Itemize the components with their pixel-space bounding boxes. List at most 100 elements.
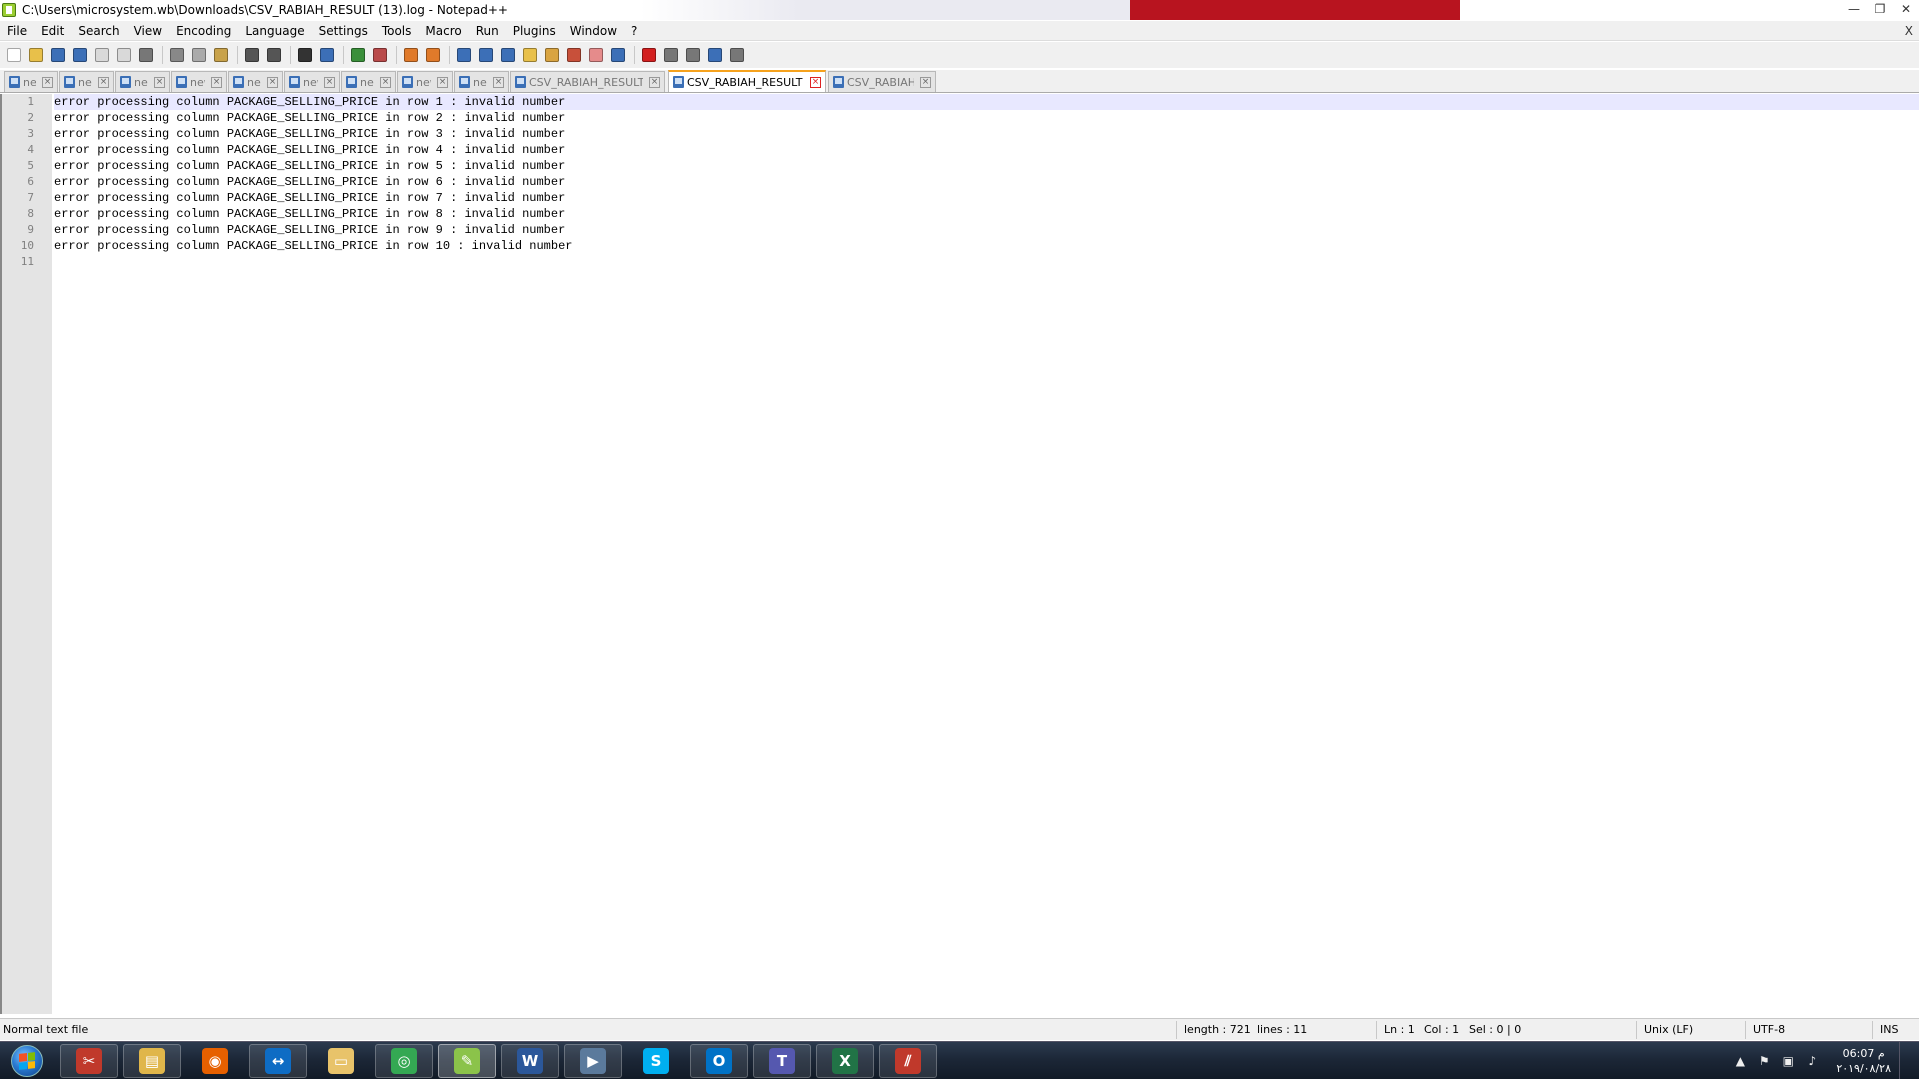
folder-workspace-button[interactable] <box>586 45 606 65</box>
undo-button[interactable] <box>242 45 262 65</box>
ssms-app-button[interactable]: ⫽ <box>879 1044 937 1078</box>
udl-button[interactable] <box>520 45 540 65</box>
close-all-button[interactable] <box>114 45 134 65</box>
save-all-button[interactable] <box>70 45 90 65</box>
code-line[interactable]: error processing column PACKAGE_SELLING_… <box>54 126 565 142</box>
network-icon[interactable]: ▣ <box>1780 1053 1796 1069</box>
menu-file[interactable]: File <box>0 24 34 38</box>
tab-item[interactable]: new 9 × <box>454 71 509 92</box>
skype-app-button[interactable]: S <box>627 1044 685 1078</box>
media-app-button[interactable]: ▶ <box>564 1044 622 1078</box>
close-window-button[interactable]: ✕ <box>1893 0 1919 18</box>
tab-close-icon[interactable]: × <box>154 76 165 88</box>
code-line[interactable]: error processing column PACKAGE_SELLING_… <box>54 222 565 238</box>
folder-app-button[interactable]: ▭ <box>312 1044 370 1078</box>
menu-macro[interactable]: Macro <box>418 24 468 38</box>
tab-item[interactable]: new 5 × <box>228 71 283 92</box>
menu-window[interactable]: Window <box>563 24 624 38</box>
chrome-app-button[interactable]: ◎ <box>375 1044 433 1078</box>
editor-area[interactable]: 1 2 3 4 5 6 7 8 9 10 11 error processing column PA… <box>0 94 1919 1014</box>
tab-close-icon[interactable]: × <box>920 76 931 88</box>
tab-item[interactable]: CSV_RABIAH_RESULT (13).log × <box>668 70 826 92</box>
teamviewer-app-button[interactable]: ↔ <box>249 1044 307 1078</box>
firefox-app-button[interactable]: ◉ <box>186 1044 244 1078</box>
tab-item[interactable]: new 4 × <box>171 71 227 92</box>
code-line[interactable]: error processing column PACKAGE_SELLING_… <box>54 238 572 254</box>
menu-settings[interactable]: Settings <box>312 24 375 38</box>
excel-app-button[interactable]: X <box>816 1044 874 1078</box>
doc-map-button[interactable] <box>542 45 562 65</box>
run-macro-multiple-button[interactable] <box>705 45 725 65</box>
close-document-button[interactable]: X <box>1905 24 1913 38</box>
code-line[interactable]: error processing column PACKAGE_SELLING_… <box>54 206 565 222</box>
tab-close-icon[interactable]: × <box>211 76 222 88</box>
action-center-flag-icon[interactable]: ⚑ <box>1756 1053 1772 1069</box>
code-line[interactable]: error processing column PACKAGE_SELLING_… <box>54 158 565 174</box>
tab-item[interactable]: new 6 × <box>284 71 340 92</box>
status-eol[interactable]: Unix (LF) <box>1644 1023 1693 1036</box>
outlook-app-button[interactable]: O <box>690 1044 748 1078</box>
tab-close-icon[interactable]: × <box>380 76 391 88</box>
tab-item[interactable]: new 7 × <box>341 71 396 92</box>
copy-button[interactable] <box>189 45 209 65</box>
record-macro-button[interactable] <box>639 45 659 65</box>
tab-close-icon[interactable]: × <box>267 76 278 88</box>
tab-close-icon[interactable]: × <box>324 76 335 88</box>
minimize-button[interactable]: — <box>1841 0 1867 18</box>
tab-close-icon[interactable]: × <box>649 76 660 88</box>
menu-language[interactable]: Language <box>238 24 311 38</box>
cut-button[interactable] <box>167 45 187 65</box>
menu-tools[interactable]: Tools <box>375 24 419 38</box>
status-encoding[interactable]: UTF-8 <box>1753 1023 1785 1036</box>
redo-button[interactable] <box>264 45 284 65</box>
code-line[interactable]: error processing column PACKAGE_SELLING_… <box>54 94 565 110</box>
tab-item[interactable]: new 8 × <box>397 71 453 92</box>
paste-button[interactable] <box>211 45 231 65</box>
menu-help[interactable]: ? <box>624 24 644 38</box>
indent-guide-button[interactable] <box>498 45 518 65</box>
tab-item[interactable]: CSV_RABIAH_RESULT (12).log × <box>510 71 665 92</box>
show-hidden-icons-icon[interactable]: ▲ <box>1732 1053 1748 1069</box>
tab-item[interactable]: new 1 × <box>4 71 58 92</box>
close-button[interactable] <box>92 45 112 65</box>
maximize-button[interactable]: ❐ <box>1867 0 1893 18</box>
menu-encoding[interactable]: Encoding <box>169 24 238 38</box>
tab-item[interactable]: new 2 × <box>59 71 114 92</box>
tab-close-icon[interactable]: × <box>493 76 504 88</box>
tab-close-icon[interactable]: × <box>98 76 109 88</box>
code-line[interactable]: error processing column PACKAGE_SELLING_… <box>54 190 565 206</box>
zoom-in-button[interactable] <box>348 45 368 65</box>
stop-record-button[interactable] <box>661 45 681 65</box>
menu-view[interactable]: View <box>127 24 169 38</box>
tab-item[interactable]: CSV_RABIAH22.csv × <box>828 71 936 92</box>
code-line[interactable]: error processing column PACKAGE_SELLING_… <box>54 142 565 158</box>
menu-plugins[interactable]: Plugins <box>506 24 563 38</box>
status-insert-mode[interactable]: INS <box>1880 1023 1898 1036</box>
start-button[interactable] <box>4 1043 50 1079</box>
show-all-chars-button[interactable] <box>476 45 496 65</box>
monitoring-button[interactable] <box>608 45 628 65</box>
tab-close-icon[interactable]: × <box>810 76 821 88</box>
code-line[interactable]: error processing column PACKAGE_SELLING_… <box>54 174 565 190</box>
tab-close-icon[interactable]: × <box>42 76 53 88</box>
print-button[interactable] <box>136 45 156 65</box>
sync-horizontal-button[interactable] <box>423 45 443 65</box>
notepad-plus-plus-app-button[interactable]: ✎ <box>438 1044 496 1078</box>
clock[interactable]: 06:07 م ٢٠١٩/٠٨/٢٨ <box>1836 1046 1891 1076</box>
sync-vertical-button[interactable] <box>401 45 421 65</box>
find-button[interactable] <box>295 45 315 65</box>
code-line[interactable]: error processing column PACKAGE_SELLING_… <box>54 110 565 126</box>
tab-item[interactable]: new 3 × <box>115 71 170 92</box>
snipping-app-button[interactable]: ✂ <box>60 1044 118 1078</box>
menu-run[interactable]: Run <box>469 24 506 38</box>
save-button[interactable] <box>48 45 68 65</box>
zoom-out-button[interactable] <box>370 45 390 65</box>
volume-icon[interactable]: ♪ <box>1804 1053 1820 1069</box>
text-area[interactable]: error processing column PACKAGE_SELLING_… <box>54 94 1919 1014</box>
file-explorer-app-button[interactable]: ▤ <box>123 1044 181 1078</box>
open-file-button[interactable] <box>26 45 46 65</box>
teams-app-button[interactable]: T <box>753 1044 811 1078</box>
menu-edit[interactable]: Edit <box>34 24 71 38</box>
replace-button[interactable] <box>317 45 337 65</box>
word-wrap-button[interactable] <box>454 45 474 65</box>
